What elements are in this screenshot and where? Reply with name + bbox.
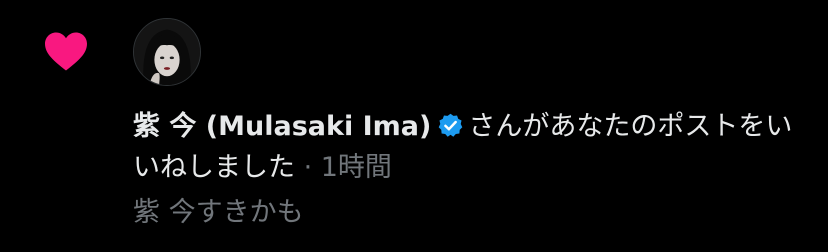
post-preview[interactable]: 紫 今すきかも <box>133 193 304 233</box>
like-notification[interactable]: 紫 今 (Mulasaki Ima) さんがあなたのポストをいいねしました · 1… <box>0 0 828 252</box>
time-separator: · <box>295 152 321 183</box>
avatar-image <box>134 19 200 85</box>
notification-message: 紫 今 (Mulasaki Ima) さんがあなたのポストをいいねしました · 1… <box>133 106 803 188</box>
timestamp: 1時間 <box>320 152 392 183</box>
verified-badge-icon <box>439 113 463 137</box>
user-name-link[interactable]: 紫 今 (Mulasaki Ima) <box>133 111 431 142</box>
heart-icon <box>45 32 87 71</box>
avatar[interactable] <box>133 18 201 86</box>
